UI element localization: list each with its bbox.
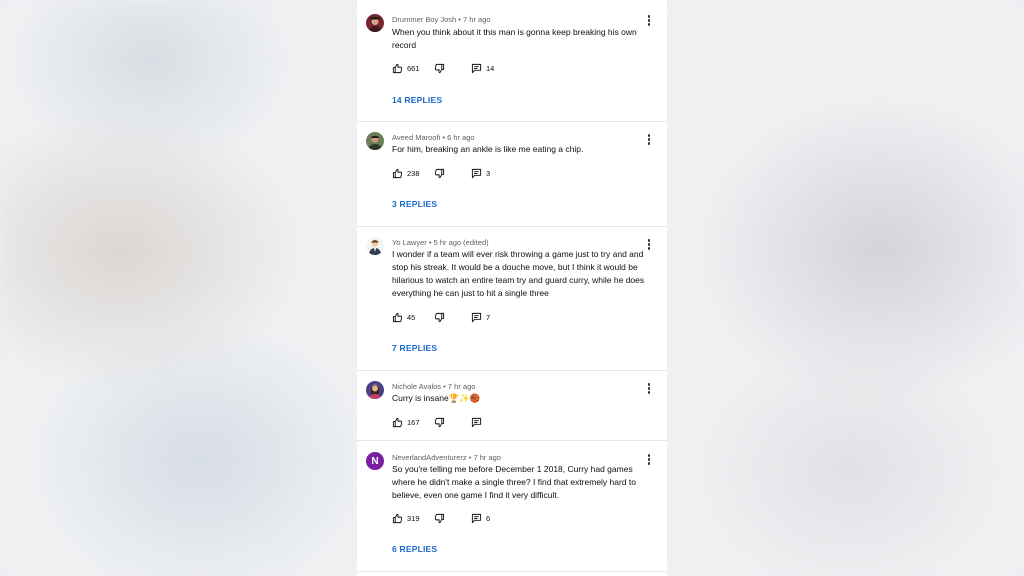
dislike-button[interactable] [434, 311, 445, 323]
separator: • [442, 133, 445, 142]
thumb-up-icon [392, 513, 403, 523]
dislike-button[interactable] [434, 62, 445, 74]
reply-button[interactable]: 7 [471, 311, 490, 323]
comment-meta: Yo Lawyer • 5 hr ago (edited) [392, 238, 489, 247]
comment-thread: Drummer Boy Josh • 7 hr ago When you thi… [357, 8, 667, 122]
avatar[interactable]: N [366, 452, 384, 470]
reply-count: 14 [486, 63, 495, 73]
avatar[interactable] [366, 381, 384, 399]
comment-text: So you're telling me before December 1 2… [392, 464, 637, 500]
timestamp: 6 hr ago [447, 133, 475, 142]
thumb-down-icon [434, 63, 445, 73]
view-replies-button[interactable]: 7 REPLIES [392, 343, 437, 353]
reply-button[interactable]: 14 [471, 62, 494, 74]
like-button[interactable]: 319 [392, 512, 420, 524]
separator: • [443, 382, 446, 391]
like-button[interactable]: 45 [392, 311, 415, 323]
thumb-up-icon [392, 417, 403, 427]
reply-icon [471, 513, 482, 523]
thumb-down-icon [434, 312, 445, 322]
reply-button[interactable]: 3 [471, 167, 490, 179]
reply-icon [471, 417, 482, 427]
comment-actions: 167 [392, 416, 572, 428]
reply-button[interactable]: 6 [471, 512, 490, 524]
avatar[interactable] [366, 237, 384, 255]
dislike-button[interactable] [434, 416, 445, 428]
comment-thread: Nichole Avalos • 7 hr ago Curry is insan… [357, 371, 667, 441]
comment-thread: Yo Lawyer • 5 hr ago (edited) I wonder i… [357, 227, 667, 371]
author-name[interactable]: Aveed Maroofi [392, 133, 440, 142]
reply-count: 6 [486, 513, 491, 523]
avatar[interactable] [366, 14, 384, 32]
thumb-down-icon [434, 513, 445, 523]
comment-meta: Nichole Avalos • 7 hr ago [392, 382, 475, 391]
like-button[interactable]: 238 [392, 167, 420, 179]
comment-text: I wonder if a team will ever risk throwi… [392, 249, 645, 298]
thumb-down-icon [434, 417, 445, 427]
reply-count: 3 [486, 168, 491, 178]
thumb-up-icon [392, 312, 403, 322]
like-count: 45 [407, 312, 416, 322]
reply-icon [471, 312, 482, 322]
author-name[interactable]: Drummer Boy Josh [392, 15, 456, 24]
comment-actions: 319 6 [392, 512, 572, 524]
author-name[interactable]: Nichole Avalos [392, 382, 441, 391]
comments-panel: Drummer Boy Josh • 7 hr ago When you thi… [357, 0, 667, 576]
like-count: 661 [407, 63, 420, 73]
thumb-up-icon [392, 168, 403, 178]
timestamp: 7 hr ago [447, 382, 476, 391]
view-replies-button[interactable]: 6 REPLIES [392, 544, 437, 554]
comment-thread: N NeverlandAdventurerz • 7 hr ago So you… [357, 441, 667, 572]
reply-button[interactable] [471, 416, 486, 428]
timestamp: 5 hr ago (edited) [433, 238, 489, 247]
view-replies-button[interactable]: 14 REPLIES [392, 95, 442, 105]
separator: • [428, 238, 432, 247]
timestamp: 7 hr ago [473, 453, 501, 462]
comment-thread: Aveed Maroofi • 6 hr ago For him, breaki… [357, 122, 667, 227]
comment-text: For him, breaking an ankle is like me ea… [392, 144, 584, 154]
separator: • [468, 453, 472, 462]
thumb-up-icon [392, 63, 403, 73]
view-replies-button[interactable]: 3 REPLIES [392, 199, 437, 209]
dislike-button[interactable] [434, 167, 445, 179]
comment-actions: 45 7 [392, 311, 572, 323]
author-name[interactable]: Yo Lawyer [392, 238, 427, 247]
avatar[interactable] [366, 132, 384, 150]
like-button[interactable]: 661 [392, 62, 420, 74]
comment-meta: NeverlandAdventurerz • 7 hr ago [392, 453, 501, 462]
like-count: 167 [407, 417, 420, 427]
comment-text: When you think about it this man is gonn… [392, 27, 637, 50]
dislike-button[interactable] [434, 512, 445, 524]
like-count: 238 [407, 168, 420, 178]
like-count: 319 [407, 513, 420, 523]
timestamp: 7 hr ago [463, 15, 491, 24]
reply-icon [471, 63, 482, 73]
comment-meta: Aveed Maroofi • 6 hr ago [392, 133, 475, 142]
reply-count: 7 [486, 312, 491, 322]
thumb-down-icon [434, 168, 445, 178]
comment-actions: 238 3 [392, 167, 572, 179]
comment-meta: Drummer Boy Josh • 7 hr ago [392, 15, 491, 24]
like-button[interactable]: 167 [392, 416, 420, 428]
separator: • [458, 15, 461, 24]
author-name[interactable]: NeverlandAdventurerz [392, 453, 467, 462]
reply-icon [471, 168, 482, 178]
comment-text: Curry is insane🏆✨🏀 [392, 393, 481, 403]
comment-actions: 661 14 [392, 62, 572, 74]
